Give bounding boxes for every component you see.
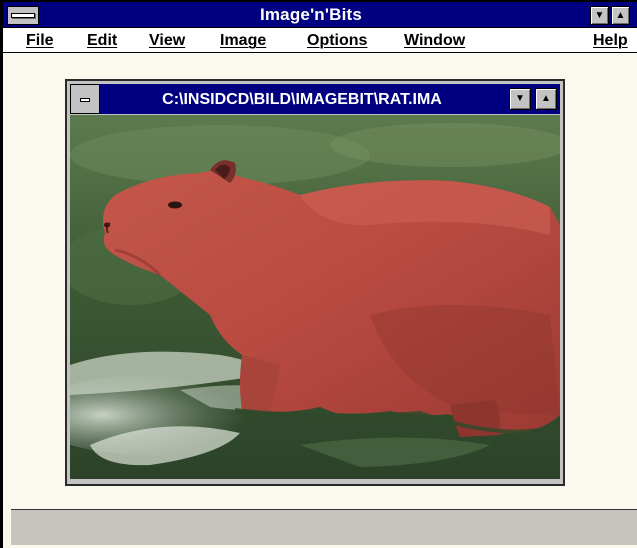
status-bar <box>11 509 637 545</box>
menu-view[interactable]: View <box>149 32 185 50</box>
menu-window[interactable]: Window <box>404 32 465 50</box>
minimize-button[interactable]: ▼ <box>590 6 609 25</box>
capybara-photo <box>70 115 560 479</box>
document-title: C:\INSIDCD\BILD\IMAGEBIT\RAT.IMA <box>162 91 442 108</box>
image-document-window[interactable]: C:\INSIDCD\BILD\IMAGEBIT\RAT.IMA ▼ ▲ <box>65 79 565 486</box>
document-system-menu-button[interactable] <box>70 84 100 114</box>
menu-edit[interactable]: Edit <box>87 32 117 50</box>
menu-file[interactable]: File <box>26 32 54 50</box>
document-minimize-button[interactable]: ▼ <box>509 88 531 110</box>
app-title-bar[interactable]: Image'n'Bits ▼ ▲ <box>3 2 637 28</box>
document-maximize-button[interactable]: ▲ <box>535 88 557 110</box>
menu-options[interactable]: Options <box>307 32 367 50</box>
menu-help[interactable]: Help <box>593 32 628 50</box>
document-title-bar[interactable]: C:\INSIDCD\BILD\IMAGEBIT\RAT.IMA ▼ ▲ <box>70 84 560 114</box>
system-menu-icon <box>11 13 35 18</box>
app-title: Image'n'Bits <box>259 5 363 24</box>
system-menu-button[interactable] <box>7 6 39 25</box>
maximize-button[interactable]: ▲ <box>611 6 630 25</box>
application-window: Image'n'Bits ▼ ▲ File Edit View Image Op… <box>0 0 637 548</box>
document-system-menu-icon <box>80 98 90 102</box>
menu-image[interactable]: Image <box>220 32 266 50</box>
menu-bar: File Edit View Image Options Window Help <box>3 28 637 53</box>
image-canvas[interactable] <box>70 115 560 479</box>
